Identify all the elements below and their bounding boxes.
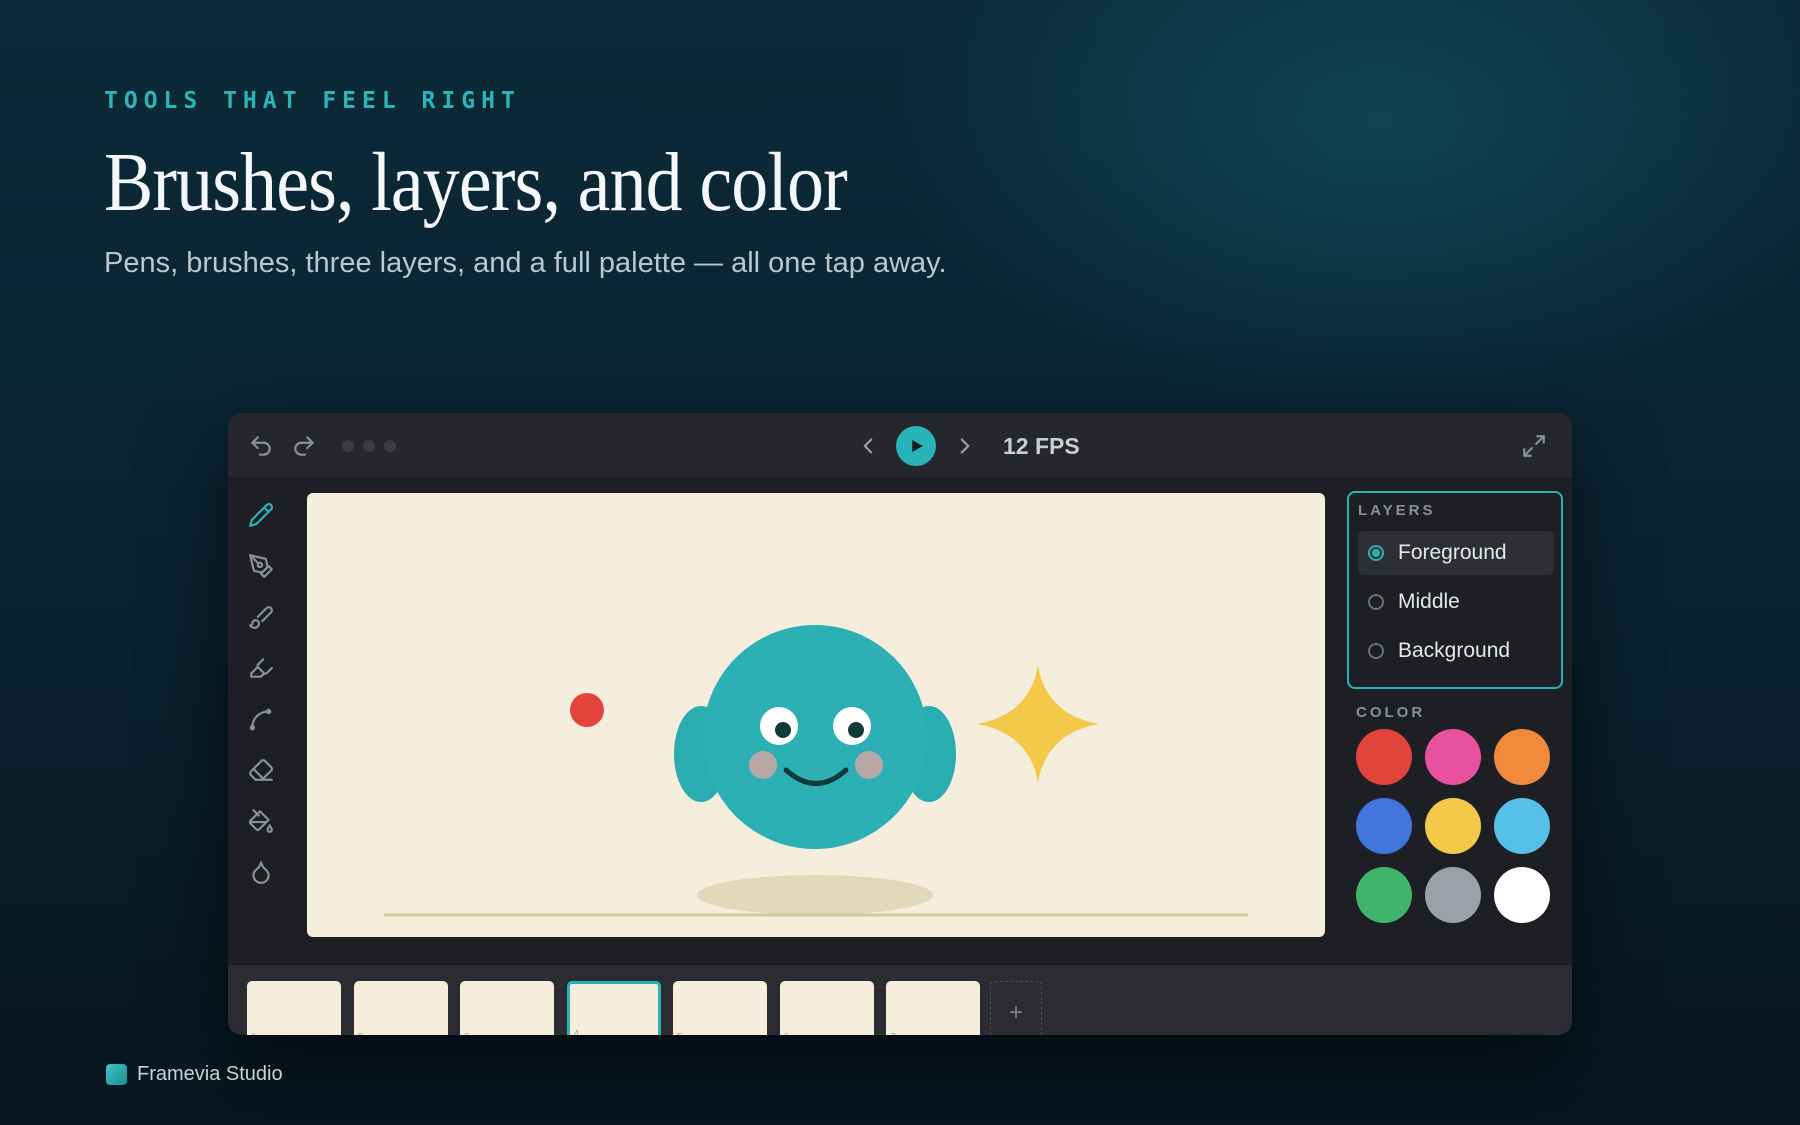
color-swatch[interactable] (1425, 729, 1481, 785)
undo-icon[interactable] (247, 432, 275, 460)
red-ball (570, 693, 604, 727)
layer-name: Background (1398, 639, 1511, 662)
frame-thumbnail[interactable]: 1 (247, 981, 341, 1035)
layer-background[interactable]: Background (1358, 629, 1554, 673)
frame-number: 1 (251, 1032, 257, 1035)
canvas-artwork (383, 625, 1249, 917)
color-swatch[interactable] (1425, 867, 1481, 923)
toolbar: 12 FPS (228, 413, 1572, 479)
paint-bucket-icon[interactable] (247, 807, 275, 835)
color-swatch[interactable] (1356, 798, 1412, 854)
color-label: COLOR (1356, 704, 1426, 721)
dot-icon (363, 440, 375, 452)
pen-nib-icon[interactable] (247, 552, 275, 580)
frame-thumbnail[interactable]: 3 (460, 981, 554, 1035)
layer-foreground[interactable]: Foreground (1358, 531, 1554, 575)
layer-middle[interactable]: Middle (1358, 580, 1554, 624)
fps-label[interactable]: 12 FPS (1003, 433, 1080, 460)
radio-selected (1368, 545, 1384, 561)
layer-name: Middle (1398, 590, 1460, 613)
radio-unselected (1368, 594, 1384, 610)
play-icon (912, 440, 923, 452)
frame-number: 4 (573, 1029, 580, 1035)
brand-name: Framevia Studio (137, 1063, 283, 1085)
more-dots[interactable] (342, 440, 396, 452)
curve-icon[interactable] (247, 705, 275, 733)
color-swatch[interactable] (1494, 798, 1550, 854)
layers-label: LAYERS (1358, 502, 1436, 519)
color-swatch[interactable] (1356, 729, 1412, 785)
chevron-right-icon[interactable] (951, 432, 979, 460)
frame-number: 5 (677, 1032, 683, 1035)
teal-character (674, 625, 956, 849)
color-swatch[interactable] (1356, 867, 1412, 923)
side-panel: LAYERS Foreground Middle Background COLO… (1338, 479, 1572, 965)
frame-thumbnail[interactable]: 2 (353, 981, 448, 1035)
frame-number: 6 (784, 1032, 790, 1035)
frame-number: 3 (464, 1032, 470, 1035)
hero-section: TOOLS THAT FEEL RIGHT Brushes, layers, a… (104, 88, 948, 280)
frame-thumbnail[interactable]: 6 (779, 981, 874, 1035)
star-sparkle (977, 666, 1099, 782)
color-swatch[interactable] (1494, 729, 1550, 785)
brush-icon[interactable] (247, 603, 275, 631)
droplet-icon[interactable] (247, 858, 275, 886)
drawing-canvas[interactable] (307, 493, 1325, 937)
eraser-icon[interactable] (247, 756, 275, 784)
eyebrow-text: TOOLS THAT FEEL RIGHT (104, 88, 521, 114)
highlighter-icon[interactable] (247, 654, 275, 682)
pencil-icon[interactable] (247, 501, 275, 529)
dot-icon (342, 440, 354, 452)
frame-thumbnail[interactable]: 4 (566, 981, 661, 1035)
tool-rail (228, 479, 294, 965)
subtitle: Pens, brushes, three layers, and a full … (104, 247, 947, 279)
play-button[interactable] (896, 426, 936, 466)
character-shadow (697, 875, 933, 915)
layers-panel: LAYERS Foreground Middle Background (1347, 491, 1563, 689)
add-frame-button[interactable]: + (990, 981, 1042, 1035)
frame-thumbnail[interactable]: 5 (673, 981, 767, 1035)
brand-footer: Framevia Studio (106, 1063, 283, 1086)
dot-icon (384, 440, 396, 452)
frame-number: 7 (890, 1032, 896, 1035)
page-title: Brushes, layers, and color (104, 136, 848, 229)
frame-thumbnail[interactable]: 7 (886, 981, 980, 1035)
expand-icon[interactable] (1520, 432, 1548, 460)
color-swatch[interactable] (1494, 867, 1550, 923)
redo-icon[interactable] (290, 432, 318, 460)
app-window: 12 FPS LAYERS Foreground Middle Backgrou… (228, 413, 1572, 1035)
radio-unselected (1368, 643, 1384, 659)
color-swatch[interactable] (1425, 798, 1481, 854)
chevron-left-icon[interactable] (854, 432, 882, 460)
brand-logo (106, 1064, 127, 1085)
frame-filmstrip: 1 2 3 4 5 6 7 + (228, 965, 1572, 1035)
layer-name: Foreground (1398, 541, 1507, 564)
frame-number: 2 (358, 1032, 364, 1035)
